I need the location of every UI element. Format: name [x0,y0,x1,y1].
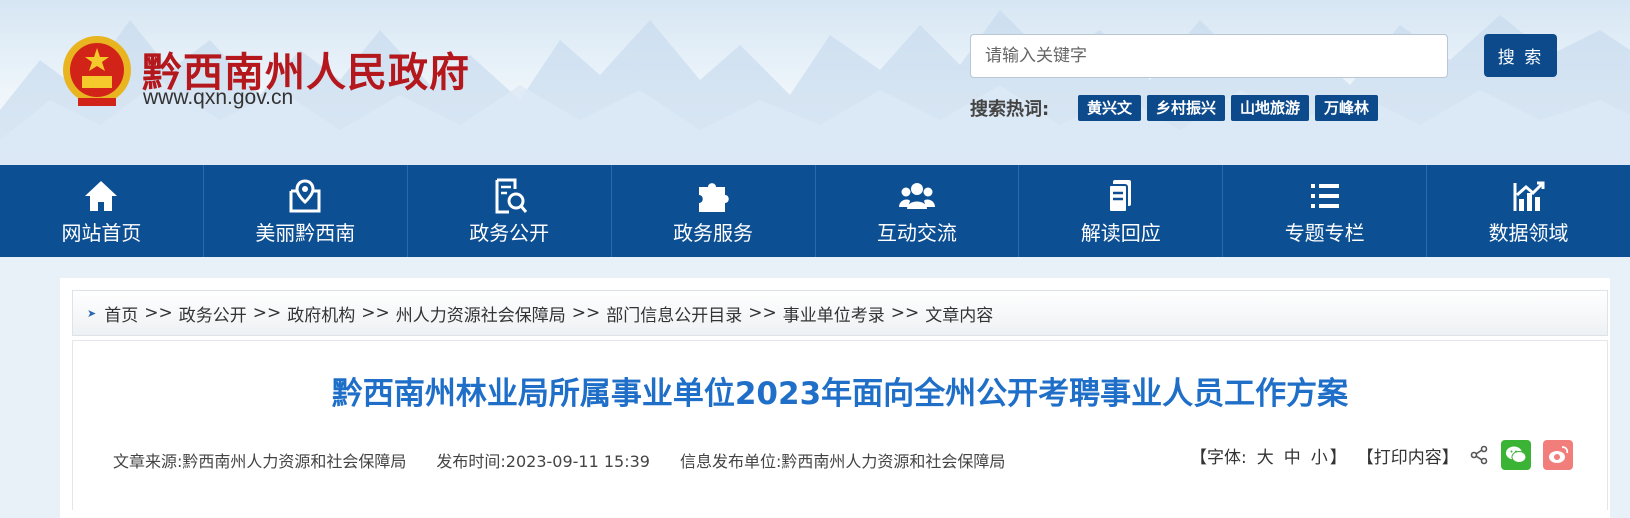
article-meta: 文章来源:黔西南州人力资源和社会保障局 发布时间:2023-09-11 15:3… [113,448,1005,472]
article-publisher: 信息发布单位:黔西南州人力资源和社会保障局 [679,452,1006,471]
font-size-large[interactable]: 大 [1257,443,1274,468]
font-size-label: 【字体: [1190,447,1247,468]
breadcrumb-item[interactable]: 首页 [104,301,138,326]
breadcrumb-separator: >> [144,303,173,323]
search-input[interactable] [970,34,1448,78]
document-search-icon [495,178,528,213]
article-title: 黔西南州林业局所属事业单位2023年面向全州公开考聘事业人员工作方案 [331,376,1349,412]
breadcrumb-separator: >> [361,303,390,323]
breadcrumb-separator: >> [252,303,282,323]
print-button[interactable]: 【打印内容】 [1357,443,1459,468]
font-size-small[interactable]: 小 [1311,443,1328,468]
article-source: 文章来源:黔西南州人力资源和社会保障局 [113,452,407,471]
breadcrumb-separator: >> [748,303,777,323]
nav-item-special-topics[interactable]: 专题专栏 [1223,165,1428,257]
breadcrumb-item[interactable]: 部门信息公开目录 [606,301,742,326]
users-icon [898,182,935,209]
nav-label: 互动交流 [876,220,957,245]
wechat-share-button[interactable] [1500,440,1531,470]
national-emblem-icon [63,36,131,106]
breadcrumb-separator: >> [571,303,601,323]
nav-item-interpretation[interactable]: 解读回应 [1019,165,1224,257]
breadcrumb-item[interactable]: 政务公开 [179,301,247,326]
document-icon [1107,179,1131,213]
hot-tag[interactable]: 乡村振兴 [1147,95,1226,121]
search-button[interactable]: 搜 索 [1484,34,1557,77]
article-publish-time: 发布时间:2023-09-11 15:39 [436,452,650,471]
nav-label: 政务公开 [469,220,550,245]
breadcrumb-current: 文章内容 [925,305,994,326]
breadcrumb: ➤ 首页 >> 政务公开 >> 政府机构 >> 州人力资源社会保障局 >> 部门… [72,290,1608,336]
nav-item-data-fields[interactable]: 数据领域 [1427,165,1630,257]
breadcrumb-separator: >> [890,303,920,323]
breadcrumb-arrow-icon: ➤ [87,306,97,320]
nav-label: 网站首页 [61,220,142,245]
wechat-icon [1505,446,1527,463]
puzzle-icon [699,182,729,212]
nav-item-home[interactable]: 网站首页 [0,165,204,257]
nav-item-gov-affairs-open[interactable]: 政务公开 [408,165,612,257]
breadcrumb-item[interactable]: 事业单位考录 [783,301,885,326]
breadcrumb-item[interactable]: 州人力资源社会保障局 [396,301,566,326]
home-icon [85,180,118,211]
weibo-share-button[interactable] [1542,440,1573,470]
chart-icon [1513,181,1545,211]
nav-item-beautiful-qxn[interactable]: 美丽黔西南 [204,165,408,257]
nav-label: 政务服务 [673,220,754,245]
breadcrumb-item[interactable]: 政府机构 [287,301,355,326]
map-pin-icon [289,178,321,212]
hot-tag[interactable]: 黄兴文 [1078,95,1142,121]
font-size-medium[interactable]: 中 [1284,443,1301,468]
nav-label: 数据领域 [1488,220,1569,245]
hot-words-label: 搜索热词: [970,99,1050,120]
weibo-icon [1548,446,1568,463]
nav-label: 解读回应 [1080,220,1161,245]
share-icon[interactable] [1469,445,1489,465]
nav-label: 美丽黔西南 [255,220,356,245]
list-icon [1310,183,1339,208]
site-header: 黔西南州人民政府 www.qxn.gov.cn 搜 索 搜索热词: 黄兴文 乡村… [0,0,1630,165]
hot-tag[interactable]: 山地旅游 [1231,95,1310,121]
article-container [72,340,1608,510]
font-size-close: 】 [1329,447,1347,468]
nav-item-gov-services[interactable]: 政务服务 [612,165,816,257]
nav-item-interaction[interactable]: 互动交流 [816,165,1020,257]
main-nav: 网站首页 美丽黔西南 政务公开 政务服务 互动交流 解读回应 专题专栏 数据领域 [0,165,1630,257]
hot-tag[interactable]: 万峰林 [1315,95,1379,121]
site-url: www.qxn.gov.cn [143,86,294,109]
hot-words-list: 黄兴文 乡村振兴 山地旅游 万峰林 [1078,95,1379,121]
article-tools: 【字体: 大 中 小 】 【打印内容】 [1190,440,1573,470]
nav-label: 专题专栏 [1284,220,1365,245]
